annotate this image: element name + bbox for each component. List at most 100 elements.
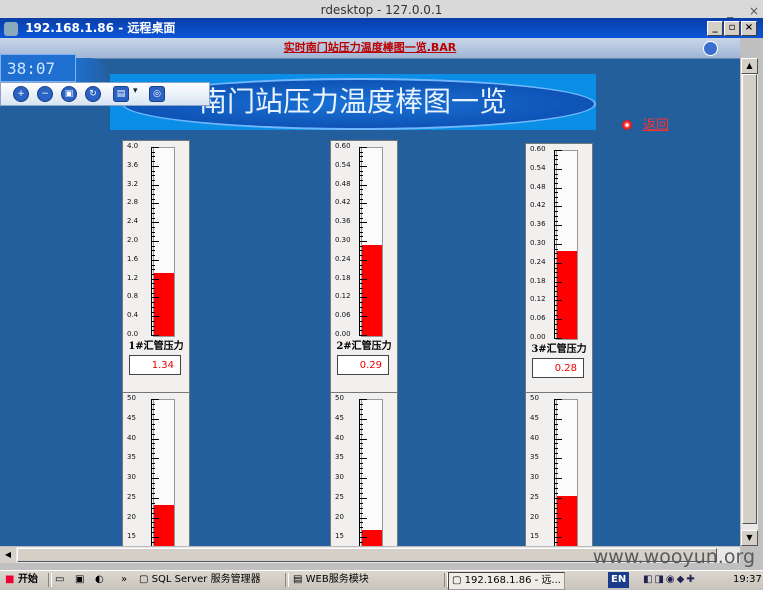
tick-label: 0.12 xyxy=(530,295,546,304)
minor-tick xyxy=(359,236,363,238)
host-title: rdesktop - 127.0.0.1 xyxy=(320,3,443,17)
tick-label: 0.24 xyxy=(335,254,351,263)
tick-label: 2.8 xyxy=(127,198,139,207)
tick-label: 0.30 xyxy=(335,236,351,244)
close-button[interactable]: × xyxy=(749,4,759,18)
scroll-up-icon[interactable]: ▲ xyxy=(741,58,758,74)
tick-mark xyxy=(151,399,159,400)
gauge-fill xyxy=(557,251,577,339)
vertical-scroll-thumb[interactable] xyxy=(742,74,757,524)
minor-tick xyxy=(554,502,558,504)
tick-mark xyxy=(151,316,159,318)
rdp-close-button[interactable]: × xyxy=(741,21,757,36)
tick-label: 0.06 xyxy=(530,314,546,323)
tick-mark xyxy=(359,399,367,400)
minor-tick xyxy=(151,325,155,327)
rdp-minimize-button[interactable]: _ xyxy=(707,21,723,36)
tick-mark xyxy=(151,497,159,499)
tick-mark xyxy=(359,478,367,479)
tick-mark xyxy=(554,244,562,245)
minor-tick xyxy=(554,413,558,415)
taskbar-item-web[interactable]: ▤ WEB服务模块 xyxy=(290,572,372,588)
minimize-button[interactable]: _ xyxy=(727,4,733,18)
scroll-left-icon[interactable]: ◀ xyxy=(0,547,16,563)
minor-tick xyxy=(359,288,363,289)
return-dot-icon[interactable] xyxy=(622,120,632,130)
tick-label: 0.4 xyxy=(127,311,139,320)
minor-tick xyxy=(151,306,155,308)
minor-tick xyxy=(151,245,155,247)
tick-label: 25 xyxy=(530,492,539,501)
tick-label: 0.18 xyxy=(530,276,546,285)
minor-tick xyxy=(151,283,155,285)
sql-icon: ▢ xyxy=(139,574,149,585)
zoom-out-icon[interactable]: − xyxy=(37,86,53,102)
minor-tick xyxy=(151,448,155,450)
taskbar-item-rdp[interactable]: ▢ 192.168.1.86 - 远... xyxy=(448,572,565,590)
tick-label: 40 xyxy=(530,433,539,442)
lang-indicator[interactable]: EN xyxy=(608,572,630,588)
minor-tick xyxy=(359,255,363,257)
minor-tick xyxy=(359,217,363,219)
minor-tick xyxy=(359,413,363,415)
fit-icon[interactable]: ▣ xyxy=(61,86,77,102)
tick-mark xyxy=(359,418,367,420)
minor-tick xyxy=(554,173,558,175)
minor-tick xyxy=(359,428,363,430)
minor-tick xyxy=(359,463,363,465)
tick-mark xyxy=(359,438,367,440)
tick-label: 25 xyxy=(127,492,136,501)
minor-tick xyxy=(359,468,363,470)
minor-tick xyxy=(554,164,558,166)
vertical-scrollbar[interactable]: ▲ ▼ xyxy=(740,58,758,546)
tick-mark xyxy=(554,418,562,420)
tick-label: 35 xyxy=(335,453,344,462)
ie-icon[interactable]: ◐ xyxy=(92,572,107,588)
gauge-tube xyxy=(153,147,175,337)
return-link[interactable]: 返回 xyxy=(643,114,669,133)
minor-tick xyxy=(554,267,558,269)
zoom-in-icon[interactable]: + xyxy=(13,86,29,102)
minor-tick xyxy=(359,330,363,332)
tick-mark xyxy=(151,203,159,205)
minor-tick xyxy=(151,512,155,514)
taskbar-item-sql[interactable]: ▢ SQL Server 服务管理器 xyxy=(136,572,264,588)
minor-tick xyxy=(151,231,155,233)
chart-mode-icon[interactable]: ▤ xyxy=(113,86,129,102)
minor-tick xyxy=(359,403,363,405)
tick-label: 0.12 xyxy=(335,292,351,301)
tick-mark xyxy=(554,338,562,339)
tick-label: 35 xyxy=(127,453,136,462)
minor-tick xyxy=(359,542,363,544)
tray-icons[interactable]: ◧◨◉◆✚ xyxy=(640,572,700,588)
tick-label: 0.42 xyxy=(335,198,351,207)
minor-tick xyxy=(151,507,155,509)
minor-tick xyxy=(554,463,558,465)
tick-label: 45 xyxy=(530,413,539,422)
remote-desktop-icon xyxy=(4,21,18,36)
gauge-value: 0.28 xyxy=(532,358,584,378)
show-desktop-icon[interactable]: ▭ xyxy=(52,572,67,588)
minor-tick xyxy=(359,194,363,195)
tick-label: 0.42 xyxy=(530,201,546,210)
tick-label: 3.2 xyxy=(127,179,139,188)
tick-label: 1.6 xyxy=(127,254,139,263)
pressure-gauge: 0.60 0.54 0.48 0.42 0.36 0.30 0.24 0.18 0.12 0.06… xyxy=(525,143,593,415)
tick-mark xyxy=(359,497,367,499)
settings-icon[interactable]: ◎ xyxy=(149,86,165,102)
rdp-restore-button[interactable]: ▫ xyxy=(724,21,740,36)
scroll-down-icon[interactable]: ▼ xyxy=(741,530,758,546)
more-icon[interactable]: » xyxy=(118,572,130,588)
explorer-icon[interactable]: ▣ xyxy=(72,572,87,588)
refresh-icon[interactable]: ↻ xyxy=(85,86,101,102)
minor-tick xyxy=(151,255,155,257)
dropdown-icon[interactable]: ▾ xyxy=(133,86,138,96)
minor-tick xyxy=(359,325,363,327)
tick-label: 0.36 xyxy=(335,217,351,226)
start-button[interactable]: ■ 开始 xyxy=(2,572,41,588)
tick-mark xyxy=(359,222,367,224)
help-icon[interactable] xyxy=(703,41,718,56)
minor-tick xyxy=(359,302,363,304)
minor-tick xyxy=(151,403,155,405)
tick-label: 0.06 xyxy=(335,311,351,320)
